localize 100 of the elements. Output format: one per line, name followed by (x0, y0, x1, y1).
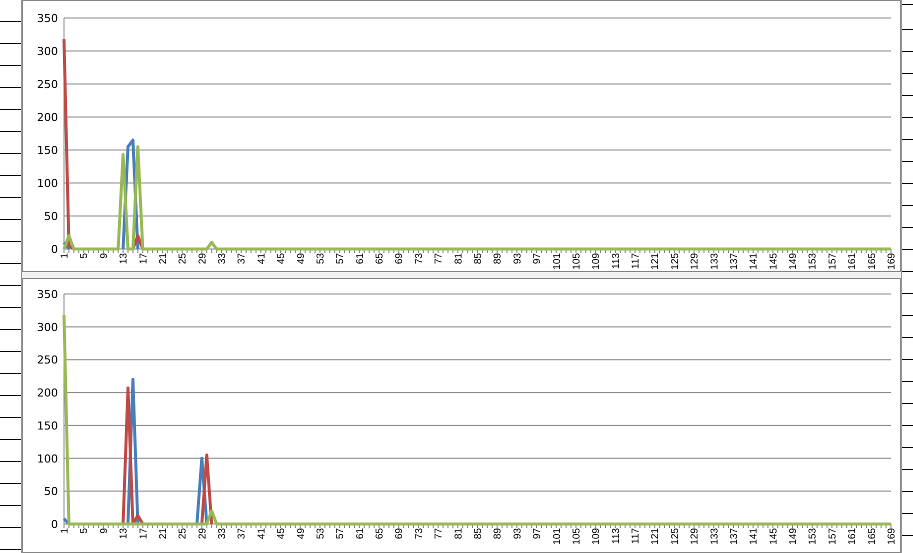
x-tick-label: 113 (610, 253, 622, 269)
x-tick-label: 89 (492, 253, 504, 264)
y-tick-label: 50 (44, 485, 58, 498)
x-tick-label: 41 (256, 253, 268, 264)
x-tick-label: 145 (768, 253, 780, 270)
y-tick-label: 150 (37, 144, 58, 157)
x-tick-label: 29 (197, 253, 208, 264)
y-tick-label: 200 (37, 111, 58, 124)
x-tick-label: 85 (473, 528, 484, 540)
x-tick-label: 61 (354, 528, 366, 540)
x-tick-label: 129 (690, 253, 701, 270)
y-tick-label: 150 (37, 419, 58, 432)
x-tick-label: 9 (98, 253, 110, 259)
x-tick-label: 1 (60, 253, 70, 259)
x-tick-label: 65 (374, 528, 386, 540)
x-tick-label: 57 (335, 253, 346, 264)
x-tick-label: 121 (650, 253, 662, 270)
x-tick-label: 137 (728, 253, 740, 270)
x-tick-label: 49 (296, 253, 307, 264)
x-tick-label: 25 (178, 528, 189, 540)
y-tick-label: 200 (37, 386, 58, 400)
x-tick-label: 117 (630, 528, 642, 544)
x-tick-label: 81 (453, 253, 464, 264)
y-tick-label: 300 (37, 320, 58, 334)
x-tick-label: 1 (60, 528, 70, 534)
y-tick-label: 350 (37, 12, 58, 25)
x-tick-label: 149 (788, 528, 800, 545)
x-tick-label: 109 (591, 253, 602, 270)
x-tick-label: 97 (532, 528, 544, 540)
x-tick-label: 109 (591, 528, 602, 545)
x-tick-label: 101 (552, 253, 563, 270)
x-tick-label: 69 (394, 253, 406, 264)
x-tick-label: 165 (866, 253, 878, 270)
x-tick-label: 33 (217, 528, 228, 540)
x-tick-label: 29 (197, 528, 208, 540)
x-tick-label: 133 (709, 253, 720, 270)
x-tick-label: 21 (158, 253, 169, 264)
x-tick-label: 93 (512, 528, 524, 540)
x-tick-label: 13 (118, 253, 130, 264)
x-tick-label: 141 (748, 253, 760, 270)
x-tick-label: 105 (571, 528, 582, 545)
x-tick-label: 137 (728, 528, 740, 545)
x-tick-label: 97 (532, 253, 544, 264)
x-tick-label: 37 (236, 528, 248, 540)
x-tick-label: 57 (335, 528, 346, 540)
x-tick-label: 9 (98, 528, 110, 534)
x-tick-label: 25 (178, 253, 189, 264)
x-tick-label: 85 (473, 253, 484, 264)
x-tick-label: 77 (434, 528, 445, 540)
x-tick-label: 49 (296, 528, 307, 540)
y-tick-label: 100 (37, 177, 58, 190)
x-tick-label: 153 (808, 253, 819, 270)
x-tick-label: 17 (138, 528, 150, 540)
x-tick-label: 61 (354, 253, 366, 264)
x-tick-label: 81 (453, 528, 464, 540)
x-tick-label: 93 (512, 253, 524, 264)
x-tick-label: 121 (650, 528, 662, 545)
x-tick-label: 41 (256, 528, 268, 540)
x-tick-label: 45 (276, 253, 288, 264)
x-tick-label: 141 (748, 528, 760, 545)
x-tick-label: 169 (886, 253, 898, 270)
x-tick-label: 53 (315, 528, 326, 540)
x-tick-label: 129 (690, 528, 701, 545)
x-tick-label: 37 (236, 253, 248, 264)
x-tick-label: 53 (315, 253, 326, 264)
x-tick-label: 133 (709, 528, 720, 545)
x-tick-label: 73 (414, 528, 425, 540)
x-tick-label: 5 (79, 528, 90, 534)
x-tick-label: 169 (886, 528, 898, 545)
y-tick-label: 0 (51, 518, 58, 531)
x-tick-label: 125 (670, 253, 681, 270)
y-tick-label: 300 (37, 45, 58, 58)
x-tick-label: 33 (217, 253, 228, 264)
y-tick-label: 100 (37, 452, 58, 466)
x-tick-label: 153 (808, 528, 819, 545)
x-tick-label: 45 (276, 528, 288, 540)
x-tick-label: 161 (847, 528, 858, 545)
x-tick-label: 89 (492, 528, 504, 540)
y-tick-label: 250 (37, 78, 58, 91)
x-tick-label: 117 (630, 253, 642, 269)
y-tick-label: 0 (51, 243, 58, 256)
x-tick-label: 161 (847, 253, 858, 270)
x-tick-label: 69 (394, 528, 406, 540)
x-tick-label: 13 (118, 528, 130, 540)
x-tick-label: 105 (571, 253, 582, 270)
x-tick-label: 101 (552, 528, 563, 545)
x-tick-label: 157 (827, 528, 838, 545)
x-tick-label: 113 (610, 528, 622, 544)
y-tick-label: 50 (44, 210, 58, 223)
x-tick-label: 149 (788, 253, 800, 270)
x-tick-label: 5 (79, 253, 90, 259)
x-tick-label: 73 (414, 253, 425, 264)
x-tick-label: 165 (866, 528, 878, 545)
x-tick-label: 77 (434, 253, 445, 264)
x-tick-label: 65 (374, 253, 386, 264)
x-tick-label: 21 (158, 528, 169, 540)
x-tick-label: 157 (827, 253, 838, 270)
x-tick-label: 125 (670, 528, 681, 545)
x-tick-label: 17 (138, 253, 150, 264)
y-tick-label: 250 (37, 354, 58, 367)
